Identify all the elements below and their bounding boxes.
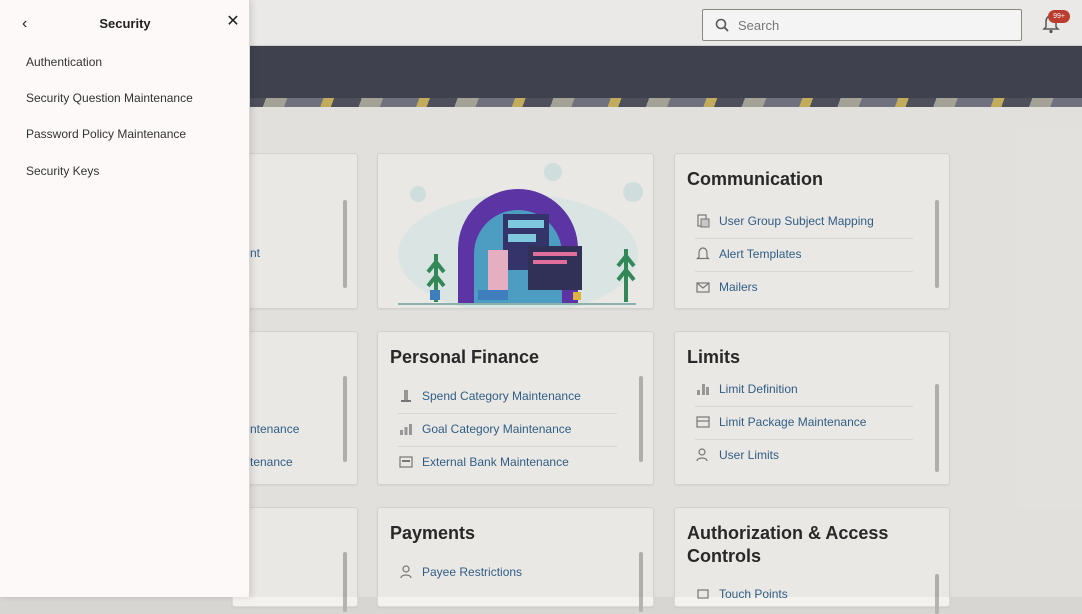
- illustration-card: [377, 153, 654, 309]
- scrollbar[interactable]: [639, 552, 643, 612]
- link-user-limits[interactable]: User Limits: [695, 442, 779, 468]
- card-limits: Limits Limit Definition Limit Package Ma…: [674, 331, 950, 485]
- card-title: Personal Finance: [390, 347, 540, 367]
- card-title: Communication: [687, 169, 824, 189]
- search-input[interactable]: Search: [702, 9, 1022, 41]
- search-placeholder: Search: [738, 17, 780, 33]
- item-label: Goal Category Maintenance: [422, 422, 572, 436]
- scrollbar[interactable]: [639, 376, 643, 462]
- card-payments: Payments Payee Restrictions: [377, 507, 654, 612]
- item-label: External Bank Maintenance: [422, 455, 569, 469]
- card-title: Authorization & Access Controls: [687, 523, 889, 566]
- divider: [695, 238, 913, 239]
- limit-icon: [697, 384, 709, 395]
- card-title: Payments: [390, 523, 476, 543]
- menu-item-password-policy-maintenance[interactable]: Password Policy Maintenance: [26, 127, 186, 141]
- card-authorization-access-controls: Authorization & Access Controls Touch Po…: [674, 507, 950, 614]
- card-title: Limits: [687, 347, 741, 367]
- link-touch-points[interactable]: Touch Points: [695, 581, 788, 607]
- link-user-group-subject-mapping[interactable]: User Group Subject Mapping: [695, 208, 874, 234]
- card-communication: Communication User Group Subject Mapping…: [674, 153, 950, 309]
- item-label: User Limits: [719, 448, 780, 462]
- item-label: Touch Points: [719, 587, 788, 601]
- item-label: Spend Category Maintenance: [422, 389, 581, 403]
- link-mailers[interactable]: Mailers: [695, 274, 758, 300]
- link-limit-definition[interactable]: Limit Definition: [695, 376, 798, 402]
- link-alert-templates[interactable]: Alert Templates: [695, 241, 801, 267]
- item-label: Mailers: [719, 280, 758, 294]
- partial-item-text[interactable]: tenance: [250, 455, 293, 469]
- card-personal-finance: Personal Finance Spend Category Maintena…: [377, 331, 654, 485]
- menu-item-security-question-maintenance[interactable]: Security Question Maintenance: [26, 91, 193, 105]
- spend-icon: [401, 390, 411, 402]
- divider: [695, 271, 913, 272]
- scrollbar[interactable]: [935, 200, 939, 288]
- goal-icon: [400, 424, 412, 435]
- mapping-icon: [697, 214, 710, 228]
- security-side-panel: ‹ Security ✕ Authentication Security Que…: [0, 0, 250, 597]
- item-label: Payee Restrictions: [422, 565, 523, 579]
- scrollbar[interactable]: [935, 574, 939, 614]
- item-label: Limit Definition: [719, 382, 798, 396]
- link-limit-package-maintenance[interactable]: Limit Package Maintenance: [695, 409, 866, 435]
- user-limit-icon: [696, 448, 708, 462]
- bell-icon: [696, 247, 710, 260]
- partial-item-text[interactable]: nt: [250, 246, 260, 260]
- close-icon[interactable]: ✕: [224, 12, 242, 32]
- link-external-bank-maintenance[interactable]: External Bank Maintenance: [398, 449, 569, 475]
- item-label: Alert Templates: [719, 247, 802, 261]
- package-icon: [696, 416, 710, 428]
- menu-item-security-keys[interactable]: Security Keys: [26, 164, 99, 178]
- touch-icon: [697, 589, 709, 599]
- link-goal-category-maintenance[interactable]: Goal Category Maintenance: [398, 416, 571, 442]
- scrollbar[interactable]: [343, 200, 347, 288]
- divider: [695, 439, 913, 440]
- divider: [695, 406, 913, 407]
- menu-item-authentication[interactable]: Authentication: [26, 55, 102, 69]
- mail-icon: [696, 282, 710, 293]
- dashboard-illustration: [398, 163, 643, 308]
- notification-badge: 99+: [1048, 10, 1070, 23]
- card-partial-3: [232, 507, 358, 612]
- divider: [398, 446, 617, 447]
- scrollbar[interactable]: [343, 552, 347, 612]
- divider: [398, 413, 617, 414]
- item-label: Limit Package Maintenance: [719, 415, 867, 429]
- scrollbar[interactable]: [343, 376, 347, 462]
- item-label: User Group Subject Mapping: [719, 214, 874, 228]
- scrollbar[interactable]: [935, 384, 939, 472]
- search-icon: [715, 18, 729, 32]
- partial-item-text[interactable]: ntenance: [250, 422, 299, 436]
- link-payee-restrictions[interactable]: Payee Restrictions: [398, 559, 522, 585]
- bank-icon: [399, 456, 413, 468]
- payee-icon: [400, 565, 412, 579]
- card-partial-1: [232, 153, 358, 309]
- panel-title: Security: [99, 16, 151, 31]
- panel-header: ‹ Security ✕: [0, 0, 250, 48]
- link-spend-category-maintenance[interactable]: Spend Category Maintenance: [398, 383, 581, 409]
